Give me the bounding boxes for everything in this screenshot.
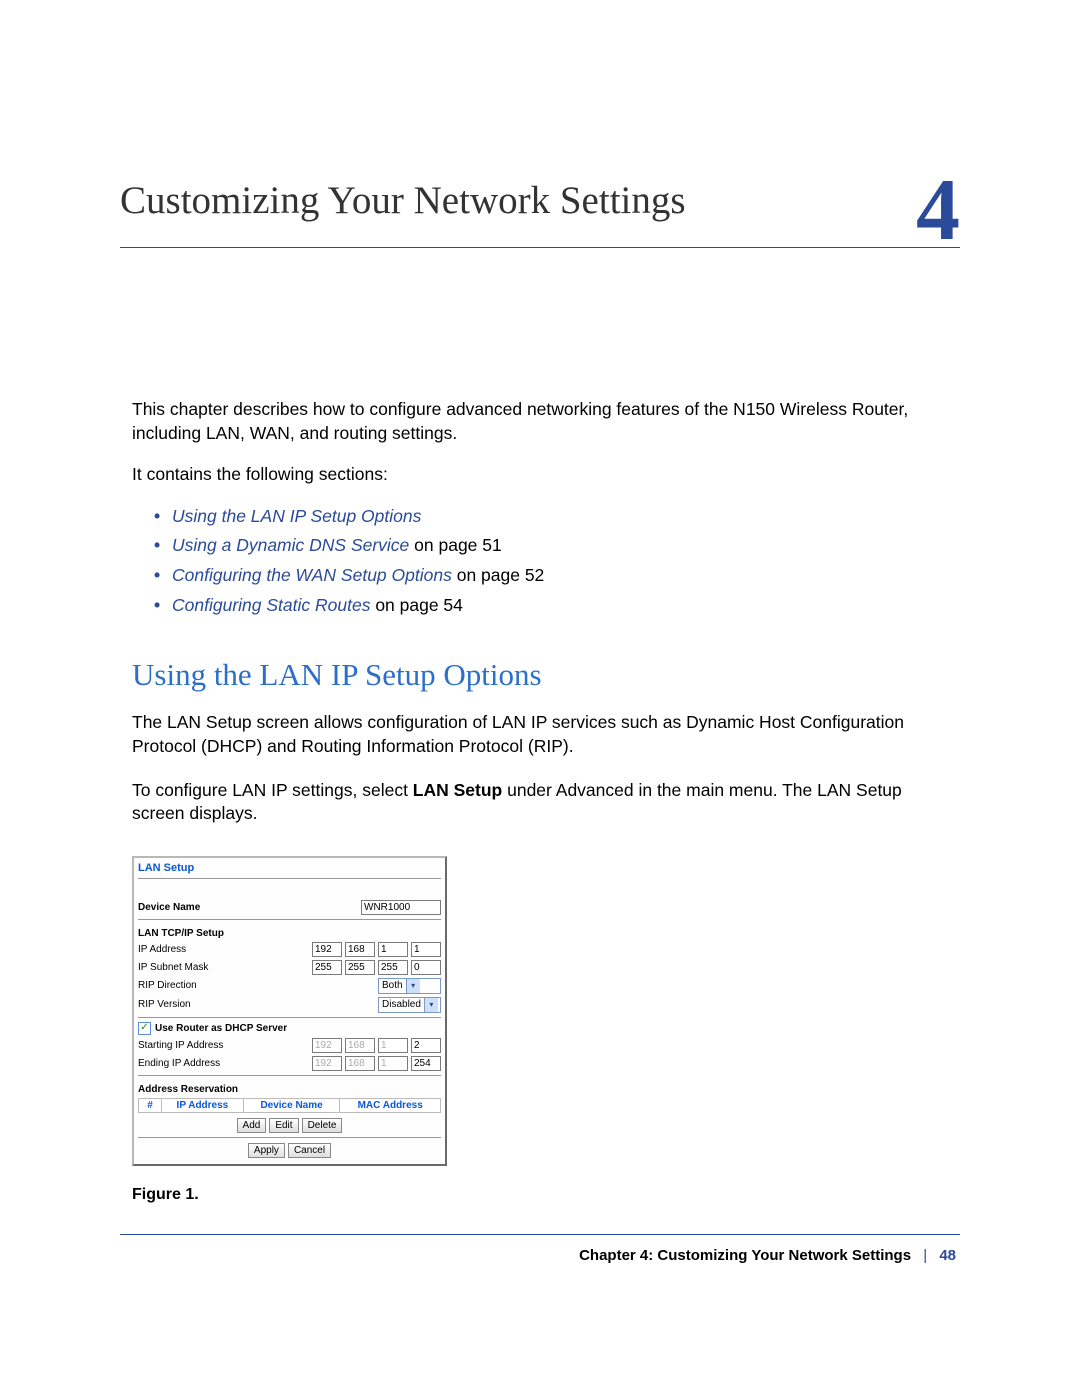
dhcp-label: Use Router as DHCP Server xyxy=(155,1023,441,1034)
end-ip-octet-1 xyxy=(312,1056,342,1071)
dhcp-checkbox[interactable]: ✓ xyxy=(138,1022,151,1035)
device-name-label: Device Name xyxy=(138,902,361,913)
divider xyxy=(138,1075,441,1076)
table-header-ip: IP Address xyxy=(162,1098,244,1112)
end-ip-octet-4[interactable] xyxy=(411,1056,441,1071)
toc-item: Using a Dynamic DNS Service on page 51 xyxy=(154,534,960,558)
ip-address-label: IP Address xyxy=(138,944,312,955)
bold-text: LAN Setup xyxy=(413,780,502,800)
subnet-label: IP Subnet Mask xyxy=(138,962,312,973)
divider xyxy=(138,878,441,879)
rip-direction-label: RIP Direction xyxy=(138,980,378,991)
footer-text: Chapter 4: Customizing Your Network Sett… xyxy=(579,1247,911,1264)
table-header-num: # xyxy=(139,1098,162,1112)
rip-version-label: RIP Version xyxy=(138,999,378,1010)
page-number: 48 xyxy=(939,1247,956,1264)
ip-octet-2[interactable] xyxy=(345,942,375,957)
start-ip-octet-3 xyxy=(378,1038,408,1053)
divider xyxy=(138,1137,441,1138)
subnet-octet-4[interactable] xyxy=(411,960,441,975)
section-paragraph-2: To configure LAN IP settings, select LAN… xyxy=(132,779,948,826)
reservation-table: # IP Address Device Name MAC Address xyxy=(138,1098,441,1113)
subnet-octet-2[interactable] xyxy=(345,960,375,975)
end-ip-octet-3 xyxy=(378,1056,408,1071)
toc-list: Using the LAN IP Setup Options Using a D… xyxy=(132,505,960,618)
subnet-octet-3[interactable] xyxy=(378,960,408,975)
table-header-mac: MAC Address xyxy=(340,1098,441,1112)
start-ip-octet-1 xyxy=(312,1038,342,1053)
section-heading: Using the LAN IP Setup Options xyxy=(132,657,960,693)
panel-title: LAN Setup xyxy=(138,862,441,874)
device-name-input[interactable] xyxy=(361,900,441,915)
intro-block: This chapter describes how to configure … xyxy=(132,398,960,617)
toc-item: Configuring Static Routes on page 54 xyxy=(154,594,960,618)
page-footer: Chapter 4: Customizing Your Network Sett… xyxy=(120,1247,960,1264)
toc-item: Using the LAN IP Setup Options xyxy=(154,505,960,529)
add-button[interactable]: Add xyxy=(237,1118,267,1133)
toc-suffix: on page 51 xyxy=(409,535,501,555)
lan-setup-panel: LAN Setup Device Name LAN TCP/IP Setup I… xyxy=(132,856,447,1166)
toc-link[interactable]: Configuring the WAN Setup Options xyxy=(172,565,452,585)
intro-paragraph-2: It contains the following sections: xyxy=(132,463,960,487)
tcpip-group-title: LAN TCP/IP Setup xyxy=(138,928,441,939)
apply-button[interactable]: Apply xyxy=(248,1143,285,1158)
ip-octet-3[interactable] xyxy=(378,942,408,957)
toc-item: Configuring the WAN Setup Options on pag… xyxy=(154,564,960,588)
divider xyxy=(138,1017,441,1018)
chevron-down-icon: ▾ xyxy=(424,998,438,1012)
start-ip-octet-2 xyxy=(345,1038,375,1053)
subnet-octet-1[interactable] xyxy=(312,960,342,975)
select-value: Disabled xyxy=(379,999,424,1010)
toc-suffix: on page 52 xyxy=(452,565,544,585)
toc-link[interactable]: Using the LAN IP Setup Options xyxy=(172,506,421,526)
section-paragraph-1: The LAN Setup screen allows configuratio… xyxy=(132,711,948,758)
reservation-title: Address Reservation xyxy=(138,1084,441,1095)
rip-direction-select[interactable]: Both ▾ xyxy=(378,978,441,994)
chevron-down-icon: ▾ xyxy=(406,979,420,993)
end-ip-octet-2 xyxy=(345,1056,375,1071)
footer-separator: | xyxy=(915,1247,935,1264)
divider xyxy=(138,919,441,920)
start-ip-octet-4[interactable] xyxy=(411,1038,441,1053)
figure-wrap: LAN Setup Device Name LAN TCP/IP Setup I… xyxy=(132,856,960,1166)
toc-suffix: on page 54 xyxy=(370,595,462,615)
intro-paragraph-1: This chapter describes how to configure … xyxy=(132,398,960,445)
delete-button[interactable]: Delete xyxy=(302,1118,343,1133)
toc-link[interactable]: Using a Dynamic DNS Service xyxy=(172,535,409,555)
chapter-number: 4 xyxy=(916,160,960,261)
footer-divider xyxy=(120,1234,960,1235)
cancel-button[interactable]: Cancel xyxy=(288,1143,331,1158)
starting-ip-label: Starting IP Address xyxy=(138,1040,312,1051)
toc-link[interactable]: Configuring Static Routes xyxy=(172,595,370,615)
ending-ip-label: Ending IP Address xyxy=(138,1058,312,1069)
table-header-device: Device Name xyxy=(243,1098,340,1112)
text-span: To configure LAN IP settings, select xyxy=(132,780,413,800)
ip-octet-4[interactable] xyxy=(411,942,441,957)
chapter-title: Customizing Your Network Settings xyxy=(120,180,960,248)
figure-caption: Figure 1. xyxy=(132,1186,960,1204)
select-value: Both xyxy=(379,980,406,991)
rip-version-select[interactable]: Disabled ▾ xyxy=(378,997,441,1013)
edit-button[interactable]: Edit xyxy=(269,1118,298,1133)
ip-octet-1[interactable] xyxy=(312,942,342,957)
